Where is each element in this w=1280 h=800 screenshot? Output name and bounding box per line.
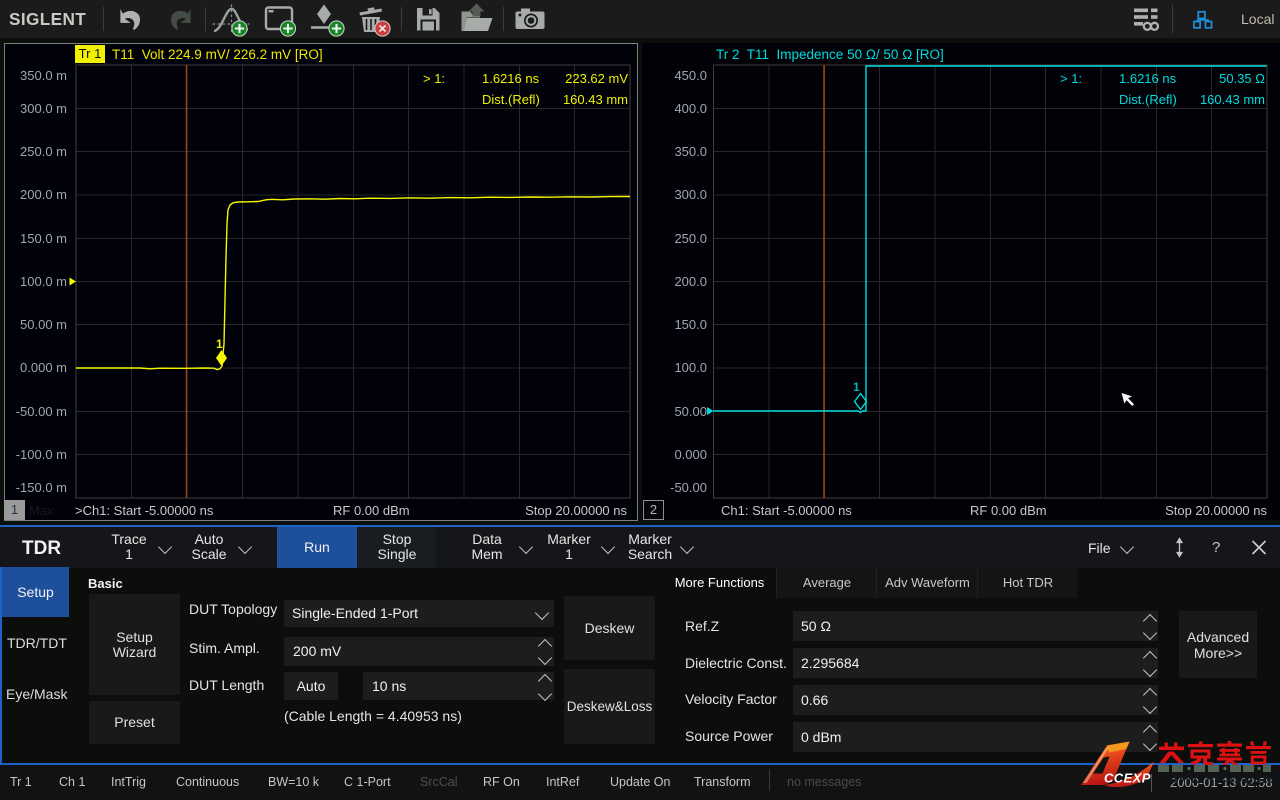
svg-text:www.hncsyq.net: www.hncsyq.net [1162, 770, 1280, 787]
svg-text:CCEXP: CCEXP [1104, 771, 1151, 786]
